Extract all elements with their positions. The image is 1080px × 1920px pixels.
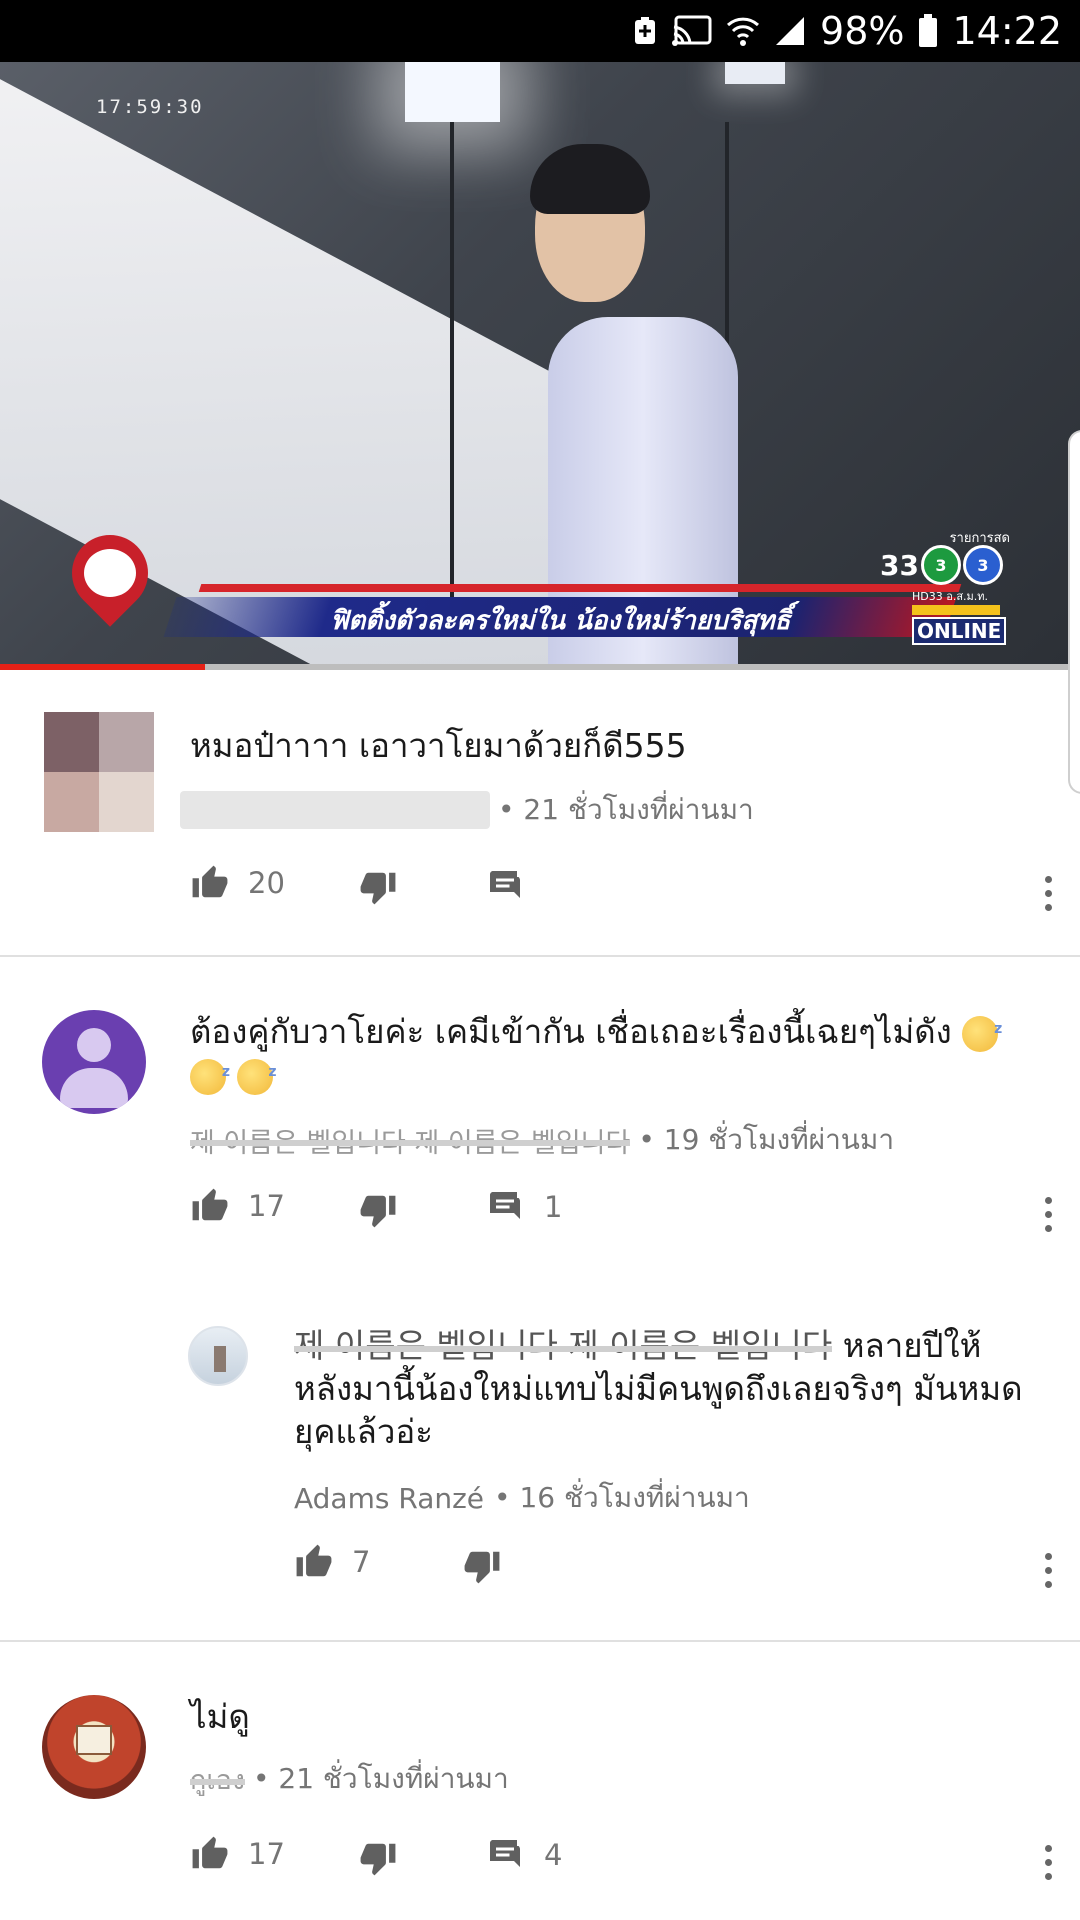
like-count: 17 — [248, 1837, 285, 1871]
dislike-button[interactable] — [358, 868, 398, 906]
divider — [0, 955, 1080, 957]
more-options-icon[interactable] — [1038, 1837, 1058, 1887]
video-person-hair — [530, 144, 650, 214]
channel-badge-bottom: ONLINE — [912, 617, 1007, 645]
divider — [0, 1640, 1080, 1642]
avatar[interactable] — [42, 1010, 146, 1114]
comment-meta: กูเอง • 21 ชั่วโมงที่ผ่านมา — [190, 1757, 509, 1801]
thumbs-down-icon — [358, 1839, 398, 1877]
comment-text-body: หลังมานี้น้องใหม่แทบไม่มีคนพูดถึงเลยจริง… — [294, 1369, 1023, 1451]
video-scene-light-2 — [725, 62, 785, 84]
avatar[interactable] — [42, 1695, 146, 1799]
comment-timestamp: • 19 ชั่วโมงที่ผ่านมา — [638, 1123, 895, 1156]
like-button[interactable]: 20 — [190, 864, 285, 902]
signal-icon — [774, 15, 806, 47]
avatar-body-icon — [60, 1068, 128, 1108]
avatar-head-icon — [77, 1028, 111, 1062]
like-count: 20 — [248, 866, 285, 900]
battery-icon — [918, 14, 938, 48]
dislike-button[interactable] — [358, 1191, 398, 1229]
comment-text-line1: หลายปีให้ — [842, 1326, 982, 1365]
author-name-redacted[interactable] — [180, 791, 490, 829]
comment-text: ไม่ดู — [190, 1697, 250, 1736]
comment-icon — [486, 1837, 524, 1873]
sleepy-emoji-icon — [190, 1051, 230, 1095]
comment-timestamp: • 21 ชั่วโมงที่ผ่านมา — [498, 793, 754, 826]
comment-icon — [486, 1189, 524, 1225]
comment-text: ต้องคู่กับวาโยค่ะ เคมีเข้ากัน เชื่อเถอะเ… — [190, 1008, 1030, 1096]
video-player[interactable]: 17:59:30 ฟิตติ้งตัวละครใหม่ใน น้องใหม่ร้… — [0, 62, 1080, 667]
clock: 14:22 — [952, 9, 1062, 53]
author-name[interactable]: กูเอง — [190, 1758, 245, 1801]
more-options-icon[interactable] — [1038, 1545, 1058, 1595]
video-scene-light — [405, 62, 500, 122]
author-name[interactable]: Adams Ranzé — [294, 1482, 484, 1515]
mention-link[interactable]: 제 이름은 벨입니다 제 이름은 벨입니다 — [294, 1324, 833, 1367]
like-button[interactable]: 7 — [294, 1543, 370, 1581]
reply-button[interactable]: 4 — [486, 1837, 562, 1873]
sleepy-emoji-icon — [962, 1008, 1002, 1052]
sleepy-emoji-icon — [236, 1051, 277, 1095]
channel-logo: รายการสด 33 3 3 HD33 อ.ส.ม.ท. ONLINE — [870, 527, 1020, 647]
thumbs-up-icon — [190, 864, 230, 902]
battery-percent: 98% — [820, 9, 905, 53]
reply-item: 제 이름은 벨입니다 제 이름은 벨입니다 หลายปีให้ หลังมานี… — [0, 1320, 1080, 1620]
battery-saver-icon — [632, 16, 658, 46]
comment-timestamp: • 16 ชั่วโมงที่ผ่านมา — [494, 1481, 750, 1514]
comment-item: ไม่ดู กูเอง • 21 ชั่วโมงที่ผ่านมา 17 4 — [0, 1675, 1080, 1920]
thumbs-down-icon — [358, 868, 398, 906]
like-button[interactable]: 17 — [190, 1835, 285, 1873]
video-scene-stand — [450, 122, 454, 602]
comment-text: 제 이름은 벨입니다 제 이름은 벨입니다 หลายปีให้ หลังมานี… — [294, 1324, 1034, 1453]
author-name[interactable]: 제 이름은 벨입니다 제 이름은 벨입니다 — [190, 1121, 631, 1160]
more-options-icon[interactable] — [1038, 1189, 1058, 1239]
video-banner-stripe — [198, 584, 962, 592]
comment-icon — [486, 868, 524, 904]
comment-meta: • 21 ชั่วโมงที่ผ่านมา — [180, 788, 754, 832]
status-bar: 98% 14:22 — [0, 0, 1080, 62]
channel-3-icon: 33 3 3 — [880, 545, 1003, 585]
channel-badge-mid: HD33 อ.ส.ม.ท. — [912, 590, 989, 603]
reply-count: 1 — [544, 1190, 563, 1224]
like-count: 7 — [352, 1545, 371, 1579]
cast-icon — [672, 15, 712, 47]
comment-item: หมอป๋าาาา เอาวาโยมาด้วยก็ดี555 • 21 ชั่ว… — [0, 700, 1080, 950]
avatar-figure-icon — [214, 1346, 226, 1372]
avatar[interactable] — [188, 1326, 248, 1386]
comment-text-body: ต้องคู่กับวาโยค่ะ เคมีเข้ากัน เชื่อเถอะเ… — [190, 1012, 952, 1051]
more-options-icon[interactable] — [1038, 868, 1058, 918]
like-button[interactable]: 17 — [190, 1187, 285, 1225]
video-progress-bar[interactable] — [0, 664, 1080, 670]
video-timecode: 17:59:30 — [96, 96, 204, 118]
thumbs-up-icon — [190, 1835, 230, 1873]
comment-meta: 제 이름은 벨입니다 제 이름은 벨입니다 • 19 ชั่วโมงที่ผ่า… — [190, 1118, 894, 1162]
comment-text: หมอป๋าาาา เอาวาโยมาด้วยก็ดี555 — [190, 726, 687, 765]
avatar-food-icon — [76, 1725, 112, 1755]
dislike-button[interactable] — [358, 1839, 398, 1877]
comment-meta: Adams Ranzé • 16 ชั่วโมงที่ผ่านมา — [294, 1476, 750, 1520]
channel-badge-strip — [912, 605, 1000, 615]
wifi-icon — [726, 15, 760, 47]
thumbs-down-icon — [462, 1547, 502, 1585]
thumbs-up-icon — [294, 1543, 334, 1581]
thumbs-down-icon — [358, 1191, 398, 1229]
avatar[interactable] — [44, 712, 154, 832]
reply-button[interactable] — [486, 868, 524, 904]
channel-pin-logo-icon — [84, 549, 136, 597]
like-count: 17 — [248, 1189, 285, 1223]
video-progress-fill — [0, 664, 206, 670]
video-caption: ฟิตติ้งตัวละครใหม่ใน น้องใหม่ร้ายบริสุทธ… — [330, 606, 791, 636]
comment-item: ต้องคู่กับวาโยค่ะ เคมีเข้ากัน เชื่อเถอะเ… — [0, 990, 1080, 1280]
reply-button[interactable]: 1 — [486, 1189, 562, 1225]
comment-timestamp: • 21 ชั่วโมงที่ผ่านมา — [252, 1762, 509, 1795]
dislike-button[interactable] — [462, 1547, 502, 1585]
reply-count: 4 — [544, 1838, 563, 1872]
thumbs-up-icon — [190, 1187, 230, 1225]
